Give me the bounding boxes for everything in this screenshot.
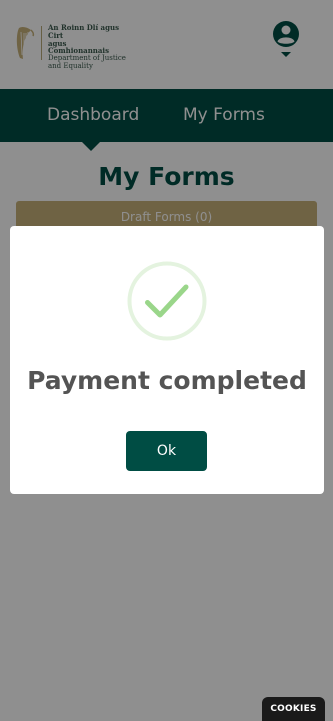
payment-modal: Payment completed Ok xyxy=(10,226,324,494)
modal-title: Payment completed xyxy=(27,366,307,395)
ok-button[interactable]: Ok xyxy=(126,431,207,471)
check-circle-icon xyxy=(127,261,207,341)
cookies-button[interactable]: COOKIES xyxy=(262,697,325,721)
